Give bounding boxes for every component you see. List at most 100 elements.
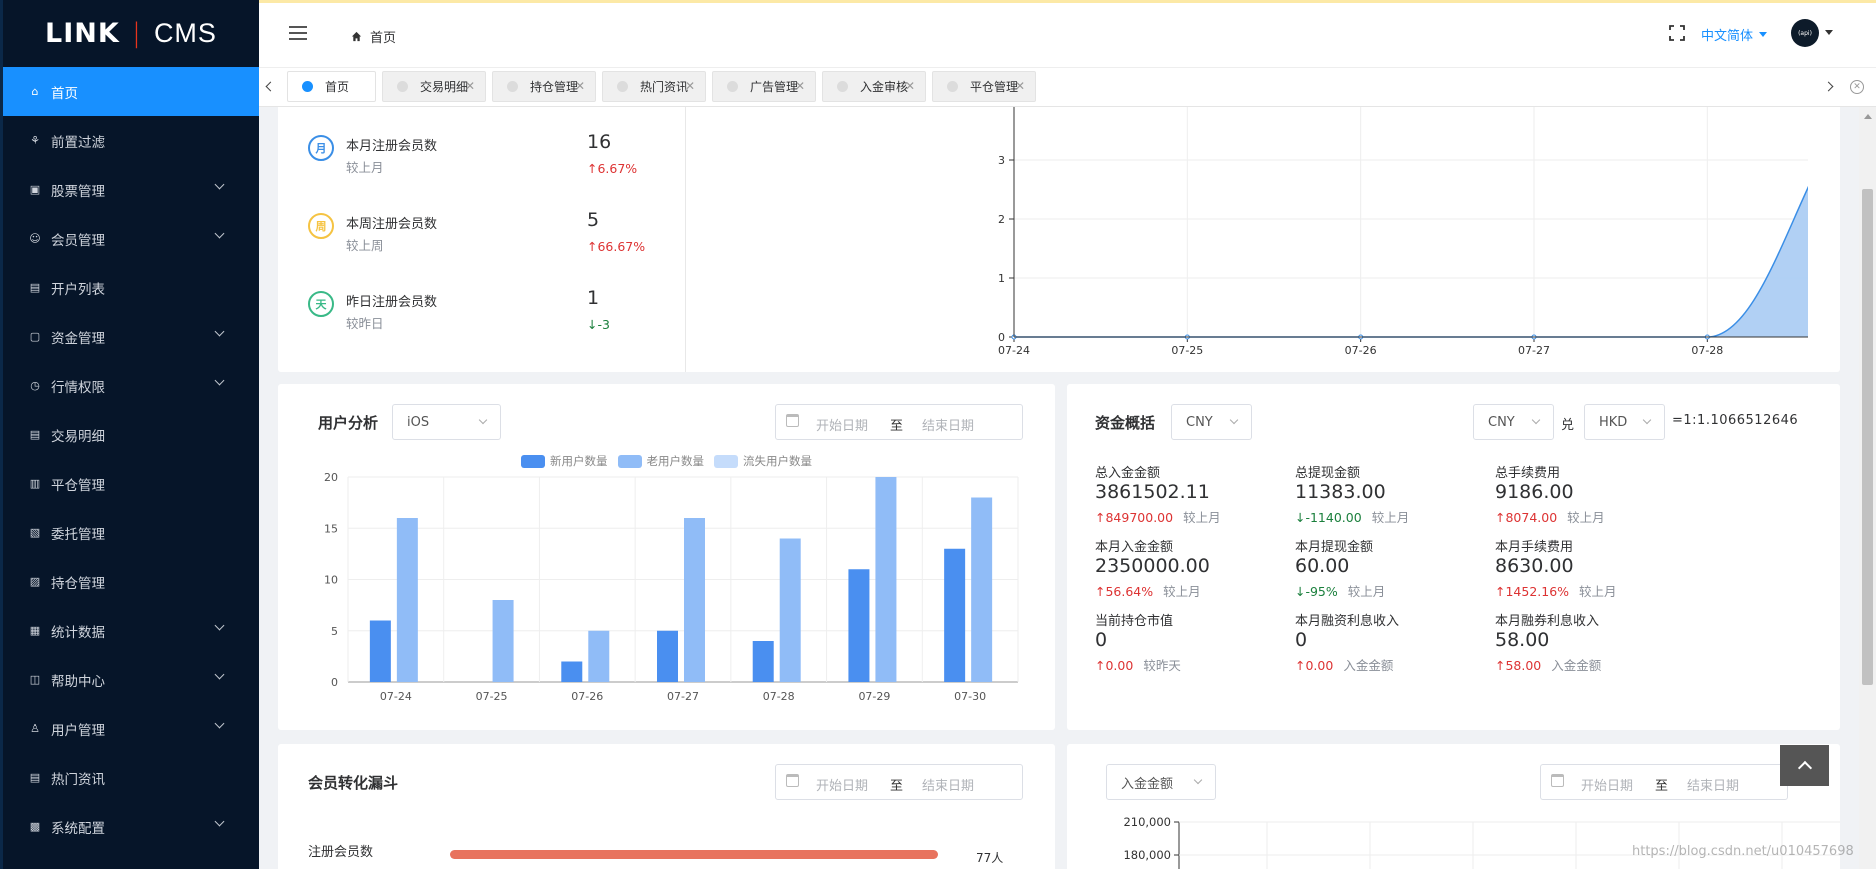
- legend-item[interactable]: 流失用户数量: [714, 453, 812, 469]
- deposit-metric-select[interactable]: 入金金额: [1106, 764, 1216, 800]
- logo-link-text: LINK: [45, 18, 120, 49]
- breadcrumb-home[interactable]: 首页: [370, 27, 396, 46]
- language-select[interactable]: 中文简体: [1701, 25, 1768, 44]
- bar[interactable]: [369, 620, 391, 683]
- user-date-range[interactable]: 开始日期 至 结束日期: [775, 404, 1023, 440]
- sidebar-item-7[interactable]: ◷ 行情权限: [3, 361, 259, 410]
- bar[interactable]: [396, 518, 418, 682]
- platform-select[interactable]: iOS: [392, 404, 501, 440]
- sidebar-item-label: 会员管理: [51, 232, 105, 249]
- tab-close-icon[interactable]: ✕: [905, 79, 915, 93]
- exchange-label: 兑: [1561, 418, 1575, 433]
- member-funnel-card: 会员转化漏斗 开始日期 至 结束日期 注册会员数 77人: [278, 744, 1055, 869]
- tab-7[interactable]: 平仓管理 ✕: [932, 71, 1036, 102]
- tab-label: 广告管理: [750, 80, 799, 94]
- bar[interactable]: [779, 538, 801, 683]
- sidebar-item-10[interactable]: ▧ 委托管理: [3, 508, 259, 557]
- avatar[interactable]: (api): [1791, 19, 1819, 47]
- tab-4[interactable]: 热门资讯 ✕: [602, 71, 706, 102]
- scrollbar-track[interactable]: [1859, 107, 1876, 869]
- sidebar-item-16[interactable]: ▩ 系统配置: [3, 802, 259, 851]
- bar[interactable]: [848, 569, 870, 682]
- sidebar-item-14[interactable]: ♙ 用户管理: [3, 704, 259, 753]
- deposit-date-range[interactable]: 开始日期 至 结束日期: [1540, 764, 1788, 800]
- start-date-input[interactable]: 开始日期: [816, 775, 868, 794]
- tab-2[interactable]: 交易明细 ✕: [382, 71, 486, 102]
- chevron-down-icon: [214, 816, 225, 827]
- tab-1[interactable]: 首页: [287, 71, 376, 102]
- sidebar-item-5[interactable]: ▤ 开户列表: [3, 263, 259, 312]
- funnel-date-range[interactable]: 开始日期 至 结束日期: [775, 764, 1023, 800]
- scroll-up-icon[interactable]: [1864, 114, 1872, 119]
- to-currency-select[interactable]: HKD: [1584, 404, 1665, 440]
- start-date-input[interactable]: 开始日期: [1581, 775, 1633, 794]
- fund-change-row: ↑1452.16% 较上月: [1495, 581, 1617, 600]
- bar[interactable]: [971, 497, 993, 683]
- tab-close-icon[interactable]: ✕: [575, 79, 585, 93]
- sidebar-item-4[interactable]: ☺ 会员管理: [3, 214, 259, 263]
- stat-value: 16: [587, 131, 612, 153]
- hamburger-menu-icon[interactable]: [289, 26, 307, 40]
- y-tick-label: 3: [998, 154, 1005, 167]
- tab-close-icon[interactable]: ✕: [795, 79, 805, 93]
- tab-label: 首页: [325, 80, 350, 94]
- bar[interactable]: [944, 548, 966, 682]
- bar[interactable]: [875, 477, 897, 682]
- sidebar-item-9[interactable]: ▥ 平仓管理: [3, 459, 259, 508]
- fund-change: ↑56.64%: [1095, 584, 1154, 599]
- fullscreen-icon[interactable]: [1669, 25, 1685, 41]
- stats-icon: ▦: [29, 624, 41, 637]
- chevron-down-icon: [1531, 415, 1541, 425]
- chevron-down-icon: [1229, 415, 1239, 425]
- fund-value: 0: [1095, 629, 1108, 651]
- sidebar-item-3[interactable]: ▣ 股票管理: [3, 165, 259, 214]
- funds-currency-select[interactable]: CNY: [1171, 404, 1252, 440]
- sidebar-item-1[interactable]: ⌂ 首页: [3, 67, 259, 116]
- sidebar-item-8[interactable]: ▤ 交易明细: [3, 410, 259, 459]
- avatar-caret-icon[interactable]: [1825, 30, 1833, 35]
- end-date-input[interactable]: 结束日期: [1687, 775, 1739, 794]
- sidebar-item-15[interactable]: ▤ 热门资讯: [3, 753, 259, 802]
- sidebar-item-13[interactable]: ◫ 帮助中心: [3, 655, 259, 704]
- tab-3[interactable]: 持仓管理 ✕: [492, 71, 596, 102]
- deposit-chart: 210,000 180,000: [1123, 816, 1840, 869]
- chevron-down-icon: [214, 375, 225, 386]
- tab-6[interactable]: 入金审核 ✕: [822, 71, 926, 102]
- fund-change-row: ↑0.00 较昨天: [1095, 655, 1181, 674]
- bar[interactable]: [752, 641, 774, 682]
- from-currency-select[interactable]: CNY: [1473, 404, 1554, 440]
- bar[interactable]: [684, 518, 705, 682]
- divider: [685, 107, 686, 372]
- fund-label: 本月融资利息收入: [1295, 614, 1400, 629]
- chevron-down-icon: [214, 669, 225, 680]
- tabs-scroll-right-icon[interactable]: [1823, 81, 1834, 92]
- legend-item[interactable]: 老用户数量: [617, 453, 704, 469]
- tab-status-dot: [727, 81, 738, 92]
- tab-close-icon[interactable]: ✕: [685, 79, 695, 93]
- bar[interactable]: [657, 630, 678, 682]
- sidebar-item-6[interactable]: ▢ 资金管理: [3, 312, 259, 361]
- tab-close-icon[interactable]: ✕: [1015, 79, 1025, 93]
- app-logo: LINK | CMS: [3, 0, 259, 67]
- close-all-tabs-icon[interactable]: ✕: [1850, 80, 1864, 94]
- user-analysis-title: 用户分析: [318, 414, 379, 432]
- end-date-input[interactable]: 结束日期: [922, 775, 974, 794]
- sidebar-item-11[interactable]: ▨ 持仓管理: [3, 557, 259, 606]
- legend-item[interactable]: 新用户数量: [521, 453, 608, 469]
- fund-change-row: ↑0.00 入金金额: [1295, 655, 1393, 674]
- bar[interactable]: [561, 661, 583, 683]
- scrollbar-thumb[interactable]: [1862, 189, 1873, 685]
- sidebar-item-12[interactable]: ▦ 统计数据: [3, 606, 259, 655]
- fund-value: 9186.00: [1495, 481, 1574, 503]
- fund-change: ↑58.00: [1495, 658, 1542, 673]
- tab-5[interactable]: 广告管理 ✕: [712, 71, 816, 102]
- fund-label: 本月融券利息收入: [1495, 614, 1600, 629]
- bar[interactable]: [588, 630, 610, 682]
- sidebar-item-2[interactable]: ⚘ 前置过滤: [3, 116, 259, 165]
- bar[interactable]: [492, 600, 514, 682]
- tab-close-icon[interactable]: ✕: [465, 79, 475, 93]
- start-date-input[interactable]: 开始日期: [816, 415, 868, 434]
- end-date-input[interactable]: 结束日期: [922, 415, 974, 434]
- tabs-scroll-left-icon[interactable]: [265, 81, 276, 92]
- back-to-top-button[interactable]: [1780, 745, 1829, 786]
